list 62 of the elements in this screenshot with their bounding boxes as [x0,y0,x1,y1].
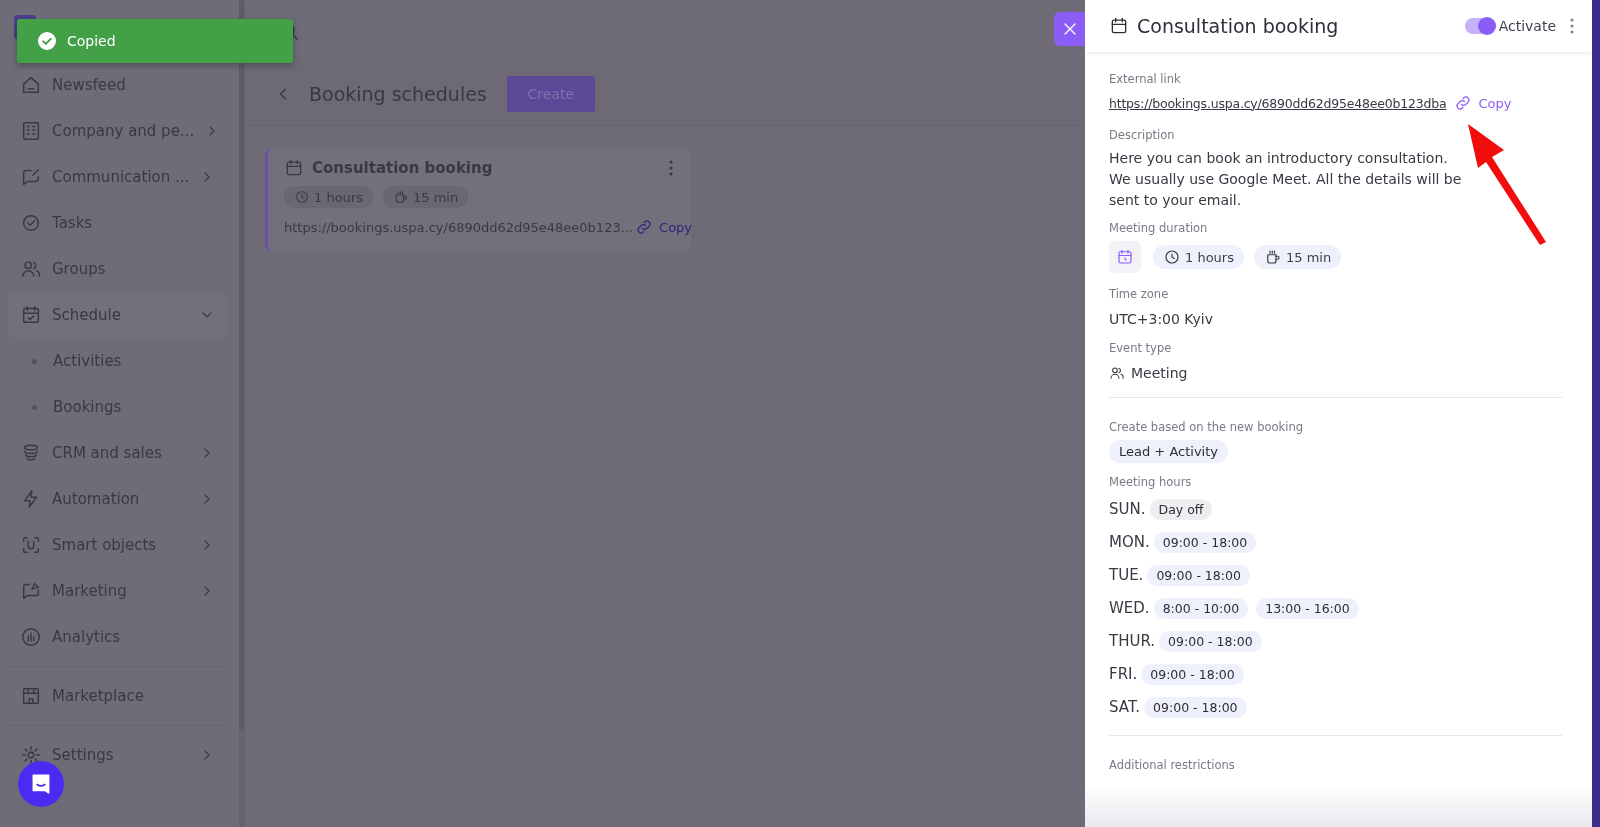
time-slot-tag: 09:00 - 18:00 [1141,663,1244,685]
toast-message: Copied [67,33,116,49]
time-slot-tag: 8:00 - 10:00 [1153,597,1249,619]
kebab-menu-icon[interactable] [669,160,673,176]
day-label: SAT. [1109,698,1141,716]
external-link[interactable]: https://bookings.uspa.cy/6890dd62d95e48ee0b123dba [1109,95,1447,111]
building-icon [20,120,42,142]
day-label: WED. [1109,599,1150,617]
clock-icon [1163,248,1181,266]
booking-link: https://bookings.uspa.cy/6890dd62d95e48ee0b123... [284,219,634,235]
time-slot-tag: 09:00 - 18:00 [1144,696,1247,718]
close-button[interactable] [1054,12,1086,46]
link-icon [635,218,654,236]
toggle-switch[interactable] [1464,18,1495,34]
gear-icon [20,744,42,766]
field-label: Time zone [1109,287,1170,301]
bar-chart-icon [20,626,42,648]
time-zone-value: UTC+3:00 Kyiv [1109,311,1214,327]
kebab-menu-icon[interactable] [1570,18,1574,34]
check-circle-icon [37,31,57,51]
toggle-label: Activate [1498,18,1556,34]
field-label: Meeting hours [1109,475,1193,489]
day-label: TUE. [1109,566,1144,584]
check-circle-icon [20,212,42,234]
calendar-icon [20,304,42,326]
field-label: Event type [1109,341,1173,355]
day-label: SUN. [1109,500,1146,518]
day-off-tag: Day off [1149,498,1213,520]
description-text: Here you can book an introductory consultation. We usually use Google Meet. All the details will be sent to your email. [1109,149,1463,210]
scan-frame-icon [20,534,42,556]
field-label: Description [1109,128,1176,142]
day-label: FRI. [1109,665,1138,683]
link-icon [1454,94,1473,112]
day-label: MON. [1109,533,1150,551]
duration-badge: 1 hours [1153,245,1244,269]
people-icon [1109,365,1125,381]
field-label: Additional restrictions [1109,758,1236,772]
copy-button[interactable]: Copy [1452,92,1514,114]
calendar-icon [1116,248,1134,266]
lead-activity-tag: Lead + Activity [1109,440,1228,463]
card-title: Consultation booking [312,159,494,177]
drawer-title: Consultation booking [1137,15,1340,37]
sidebar-item[interactable]: Schedule [8,292,227,338]
message-icon [20,580,42,602]
people-icon [20,258,42,280]
event-type-value: Meeting [1131,365,1188,381]
house-icon [20,74,42,96]
calendar-icon [284,158,304,178]
time-slot-tag: 09:00 - 18:00 [1153,531,1257,553]
break-badge: 15 min [1253,245,1342,269]
time-slot-tag: 13:00 - 16:00 [1256,597,1359,619]
scrollbar[interactable] [239,0,244,730]
field-label: Meeting duration [1109,221,1209,235]
field-label: External link [1109,72,1182,86]
calendar-icon [1109,16,1129,36]
storefront-icon [20,685,42,707]
time-slot-tag: 09:00 - 18:00 [1159,630,1262,652]
day-label: THUR. [1109,632,1156,650]
time-slot-tag: 09:00 - 18:00 [1147,564,1250,586]
clock-icon [294,189,310,205]
field-label: Create based on the new booking [1109,420,1304,434]
chat-bubble-icon [20,166,42,188]
